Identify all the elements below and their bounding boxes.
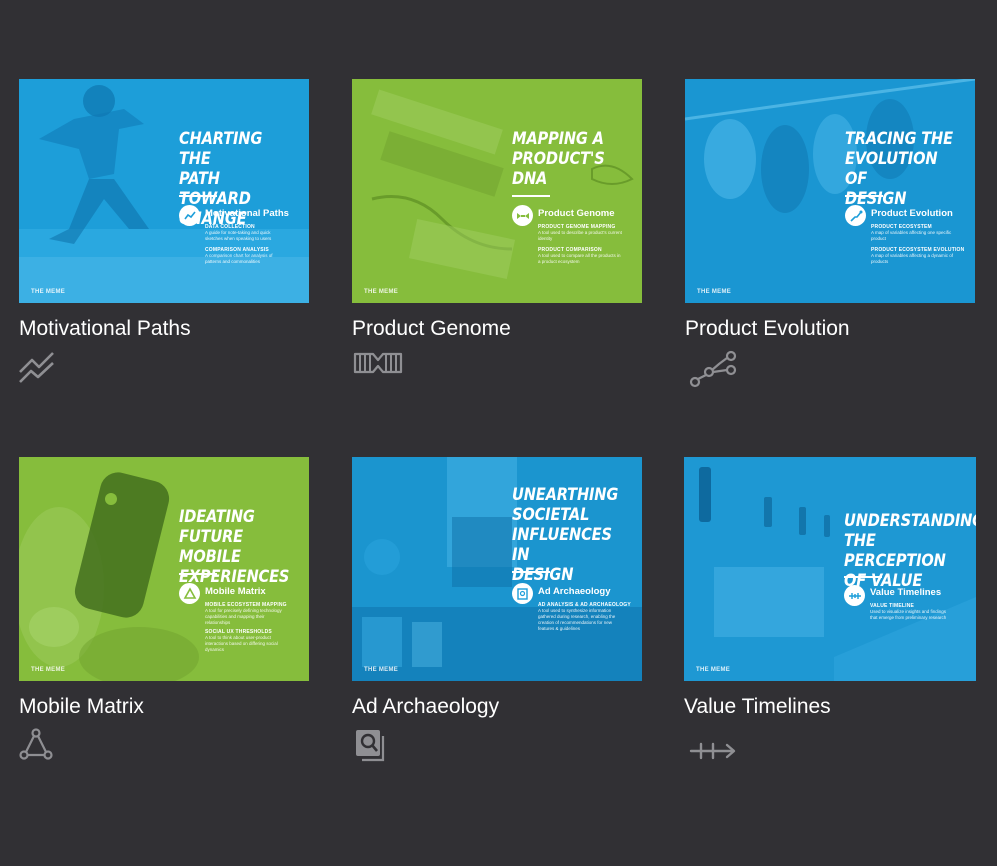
thumbnail-headline: IDEATING FUTURE MOBILE EXPERIENCES <box>179 507 290 587</box>
badge-label: Ad Archaeology <box>538 586 611 597</box>
trend-lines-icon <box>19 350 55 389</box>
section-text: A map of variables affecting a dynamic o… <box>871 253 953 264</box>
card-thumbnail[interactable]: TRACING THE EVOLUTION OF DESIGN Product … <box>685 79 975 303</box>
card-thumbnail[interactable]: IDEATING FUTURE MOBILE EXPERIENCES Mobil… <box>19 457 309 681</box>
headline-rule <box>845 195 883 197</box>
card-title[interactable]: Ad Archaeology <box>352 695 499 719</box>
section-text: A tool used to compare all the products … <box>538 253 621 264</box>
meme-logo: THE MEME <box>364 289 399 295</box>
dna-strand-icon <box>352 350 404 381</box>
evolution-branch-icon <box>689 350 737 393</box>
section-text: A tool to think about user-product inter… <box>205 635 278 652</box>
sketch-notes-photo <box>371 89 634 279</box>
meme-logo: THE MEME <box>696 667 731 673</box>
card-title[interactable]: Value Timelines <box>684 695 831 719</box>
card-thumbnail[interactable]: UNEARTHING SOCIETAL INFLUENCES IN DESIGN… <box>352 457 642 681</box>
badge-icon <box>844 585 865 606</box>
badge-label: Value Timelines <box>870 587 942 598</box>
headline-rule <box>512 195 550 197</box>
card-product-genome[interactable]: MAPPING A PRODUCT'S DNA Product Genome P… <box>352 79 642 374</box>
badge-icon <box>179 205 200 226</box>
badge-icon <box>512 205 533 226</box>
thumbnail-headline: MAPPING A PRODUCT'S DNA <box>512 129 605 189</box>
meme-logo: THE MEME <box>697 289 732 295</box>
badge-icon <box>179 583 200 604</box>
card-value-timelines[interactable]: UNDERSTANDING THE PERCEPTION OF VALUE Va… <box>684 457 976 760</box>
card-mobile-matrix[interactable]: IDEATING FUTURE MOBILE EXPERIENCES Mobil… <box>19 457 309 760</box>
section-text: A guide for note-taking and quick sketch… <box>205 230 272 241</box>
headline-rule <box>844 576 882 578</box>
thumbnail-headline: UNEARTHING SOCIETAL INFLUENCES IN DESIGN <box>512 485 619 585</box>
thumbnail-headline: TRACING THE EVOLUTION OF DESIGN <box>845 129 953 209</box>
section-text: Used to visualize insights and findings … <box>870 609 947 620</box>
section-text: A comparison chart for analysis of patte… <box>205 253 273 264</box>
triangle-network-icon <box>19 728 53 765</box>
badge-icon <box>512 583 533 604</box>
badge-label: Mobile Matrix <box>205 586 266 597</box>
headline-rule <box>179 573 217 575</box>
thumbnail-headline: UNDERSTANDING THE PERCEPTION OF VALUE <box>844 511 976 591</box>
headline-rule <box>179 195 217 197</box>
section-text: A tool used to synthesize information ga… <box>538 608 616 631</box>
badge-icon <box>845 205 866 226</box>
card-thumbnail[interactable]: UNDERSTANDING THE PERCEPTION OF VALUE Va… <box>684 457 976 681</box>
badge-label: Product Genome <box>538 208 615 219</box>
card-title[interactable]: Product Genome <box>352 317 511 341</box>
card-ad-archaeology[interactable]: UNEARTHING SOCIETAL INFLUENCES IN DESIGN… <box>352 457 642 762</box>
meme-logo: THE MEME <box>31 667 66 673</box>
card-title[interactable]: Mobile Matrix <box>19 695 144 719</box>
headline-rule <box>512 571 550 573</box>
section-text: A tool for precisely defining technology… <box>205 608 282 625</box>
section-text: A map of variables affecting one specifi… <box>871 230 952 241</box>
card-motivational-paths[interactable]: CHARTING THE PATH TOWARD CHANGE Motivati… <box>19 79 309 383</box>
meme-logo: THE MEME <box>31 289 66 295</box>
card-product-evolution[interactable]: TRACING THE EVOLUTION OF DESIGN Product … <box>685 79 975 388</box>
timeline-arrow-icon <box>689 739 737 768</box>
badge-label: Motivational Paths <box>205 208 289 219</box>
card-title[interactable]: Motivational Paths <box>19 317 191 341</box>
card-thumbnail[interactable]: MAPPING A PRODUCT'S DNA Product Genome P… <box>352 79 642 303</box>
badge-label: Product Evolution <box>871 208 953 219</box>
meme-logo: THE MEME <box>364 667 399 673</box>
card-title[interactable]: Product Evolution <box>685 317 850 341</box>
card-thumbnail[interactable]: CHARTING THE PATH TOWARD CHANGE Motivati… <box>19 79 309 303</box>
magnifier-document-icon <box>354 728 386 767</box>
section-text: A tool used to describe a product's curr… <box>538 230 622 241</box>
